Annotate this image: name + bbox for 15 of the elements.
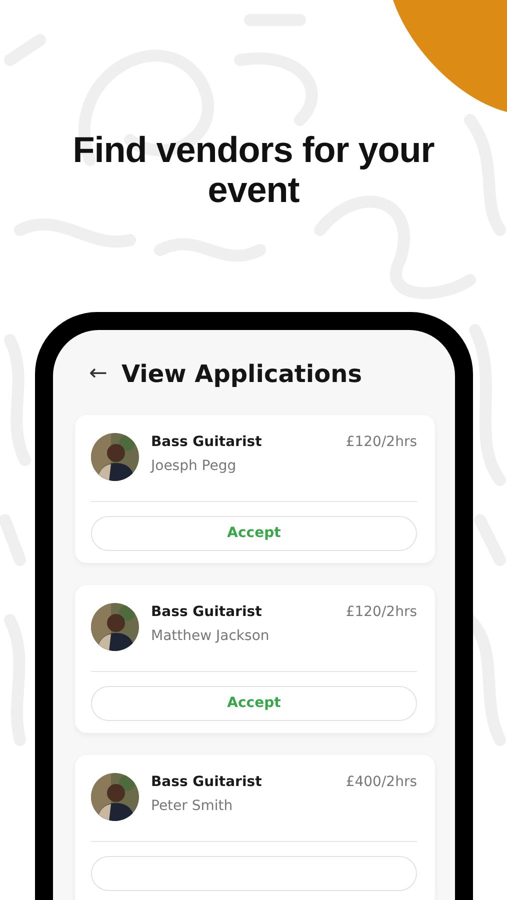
accept-button[interactable]: Accept	[91, 516, 417, 551]
headline: Find vendors for your event	[72, 130, 436, 210]
accept-button[interactable]: Accept	[91, 686, 417, 721]
price-label: £400/2hrs	[346, 772, 417, 791]
applicant-name: Matthew Jackson	[151, 626, 270, 645]
applicant-name: Joesph Pegg	[151, 456, 238, 475]
role-label: Bass Guitarist	[151, 432, 262, 451]
role-label: Bass Guitarist	[151, 602, 263, 621]
screen-title: View Applications	[121, 360, 362, 389]
price-label: £120/2hrs	[346, 602, 417, 621]
price-label: £120/2hrs	[346, 432, 417, 451]
role-label: Bass Guitarist	[151, 772, 262, 791]
applicant-name: Peter Smith	[151, 796, 234, 815]
back-button[interactable]: ←	[89, 363, 108, 386]
quote-button[interactable]	[91, 856, 417, 891]
